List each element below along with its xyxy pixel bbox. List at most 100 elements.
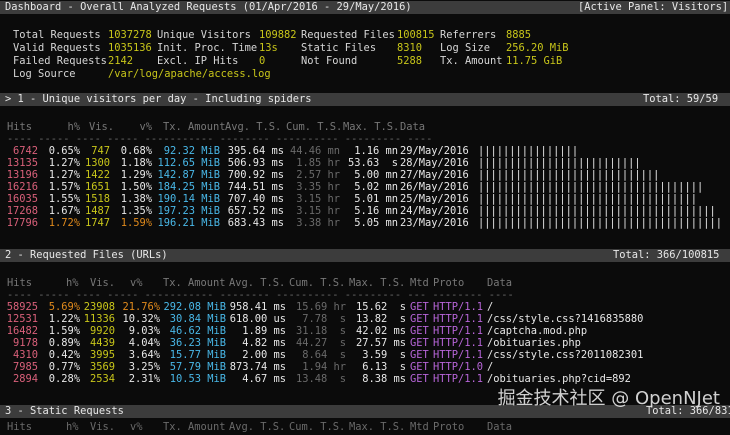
visitors-percent-cell: 2.31% (128, 373, 160, 385)
url-cell: / (487, 361, 494, 373)
avg-ts-cell: 506.93 ms (227, 157, 284, 169)
visitors-cell: 747 (91, 145, 110, 157)
failed-requests-value: 2142 (108, 55, 134, 67)
visitors-percent-cell: 21.76% (122, 301, 160, 313)
hits-percent-cell: 1.57% (48, 181, 80, 193)
visitors-table-row[interactable]: 16216 1.57% 1651 1.50% 184.25 MiB 744.51 ms 3.… (0, 181, 730, 193)
url-cell: /css/style.css?2011082301 (487, 349, 644, 361)
valid-requests-value: 1035136 (108, 42, 152, 54)
max-ts-cell: 5.05 mn (354, 217, 398, 229)
visitors-cell: 3569 (89, 361, 115, 373)
requests-table-row[interactable]: 58925 5.69% 23908 21.76% 292.08 MiB 958.41 ms… (0, 301, 730, 313)
referrers-label: Referrers (440, 29, 497, 41)
cum-ts-cell: 3.15 hr (296, 205, 340, 217)
visitors-cell: 3995 (89, 349, 115, 361)
requested-files-label: Requested Files (301, 29, 395, 41)
protocol-cell: HTTP/1.1 (433, 373, 484, 385)
column-header: Hits (7, 277, 33, 289)
method-cell: GET (410, 337, 429, 349)
visitors-table-row[interactable]: 16035 1.55% 1518 1.38% 190.14 MiB 707.40 ms 3.… (0, 193, 730, 205)
avg-ts-cell: 2.00 ms (242, 349, 286, 361)
avg-ts-cell: 744.51 ms (227, 181, 284, 193)
log-source-label: Log Source (13, 68, 76, 80)
overview-row-2: Valid Requests 1035136 Init. Proc. Time … (0, 42, 730, 54)
visitors-percent-cell: 1.35% (120, 205, 152, 217)
max-ts-cell: 5.02 mn (354, 181, 398, 193)
requests-table-row[interactable]: 16482 1.59% 9920 9.03% 46.62 MiB 1.89 ms 31.18… (0, 325, 730, 337)
date-cell: 28/May/2016 (400, 157, 469, 169)
tx-amount-cell: 112.65 MiB (157, 157, 220, 169)
visitors-cell: 11336 (83, 313, 115, 325)
hits-cell: 13135 (6, 157, 38, 169)
protocol-cell: HTTP/1.1 (433, 313, 484, 325)
static-files-value: 8310 (397, 42, 423, 54)
cum-ts-cell: 13.48 s (295, 373, 346, 385)
method-cell: GET (410, 361, 429, 373)
column-header: Tx. Amount (163, 121, 226, 133)
panel-visitors-title: > 1 - Unique visitors per day - Includin… (5, 93, 312, 105)
hits-cell: 16482 (6, 325, 38, 337)
hits-cell: 7985 (12, 361, 38, 373)
not-found-label: Not Found (301, 55, 358, 67)
panel-requests-header[interactable]: 2 - Requested Files (URLs) Total: 366/10… (0, 249, 730, 262)
requests-table-row[interactable]: 4310 0.42% 3995 3.64% 15.77 MiB 2.00 ms 8.64 s… (0, 349, 730, 361)
visitors-cell: 1747 (84, 217, 110, 229)
column-header: v% (130, 421, 143, 433)
protocol-cell: HTTP/1.1 (433, 349, 484, 361)
hits-bar: |||||||||||||||| (478, 145, 579, 157)
cum-ts-cell: 3.35 hr (296, 181, 340, 193)
date-cell: 26/May/2016 (400, 181, 469, 193)
panel-requests-total: Total: 366/100815 (613, 249, 720, 261)
protocol-cell: HTTP/1.0 (433, 361, 484, 373)
date-cell: 29/May/2016 (400, 145, 469, 157)
hits-bar: ||||||||||||||||||||||||||||| (478, 169, 660, 181)
panel-visitors-header[interactable]: > 1 - Unique visitors per day - Includin… (0, 93, 730, 106)
tx-amount-cell: 15.77 MiB (169, 349, 226, 361)
hits-cell: 17796 (6, 217, 38, 229)
avg-ts-cell: 1.89 ms (242, 325, 286, 337)
tx-amount-cell: 57.79 MiB (169, 361, 226, 373)
column-header: Avg. T.S. (225, 121, 282, 133)
date-cell: 23/May/2016 (400, 217, 469, 229)
column-header: Avg. T.S. (229, 277, 286, 289)
visitors-table-row[interactable]: 17268 1.67% 1487 1.35% 197.23 MiB 657.52 ms 3.… (0, 205, 730, 217)
visitors-percent-cell: 1.50% (120, 181, 152, 193)
log-source-value: /var/log/apache/access.log (108, 68, 271, 80)
max-ts-cell: 27.57 ms (355, 337, 406, 349)
visitors-table-row[interactable]: 17796 1.72% 1747 1.59% 196.21 MiB 683.43 ms 3.… (0, 217, 730, 229)
hits-cell: 17268 (6, 205, 38, 217)
date-cell: 25/May/2016 (400, 193, 469, 205)
column-header: Cum. T.S. (289, 421, 346, 433)
hits-cell: 12531 (6, 313, 38, 325)
panel-requests-columns: Hits h% Vis. v% Tx. Amount Avg. T.S. Cum. T.S.… (0, 277, 730, 289)
cum-ts-cell: 8.64 s (302, 349, 346, 361)
requested-files-value: 100815 (397, 29, 435, 41)
cum-ts-cell: 1.85 hr (296, 157, 340, 169)
requests-table-row[interactable]: 2894 0.28% 2534 2.31% 10.53 MiB 4.67 ms 13.48 … (0, 373, 730, 385)
column-header: Vis. (89, 121, 115, 133)
requests-table-row[interactable]: 7985 0.77% 3569 3.25% 57.79 MiB 873.74 ms 1.94… (0, 361, 730, 373)
max-ts-cell: 3.59 s (362, 349, 406, 361)
visitors-table-row[interactable]: 13196 1.27% 1422 1.29% 142.87 MiB 700.92 ms 2.… (0, 169, 730, 181)
visitors-table-row[interactable]: 13135 1.27% 1300 1.18% 112.65 MiB 506.93 ms 1.… (0, 157, 730, 169)
requests-table-row[interactable]: 9178 0.89% 4439 4.04% 36.23 MiB 4.82 ms 44.27 … (0, 337, 730, 349)
column-header: Data (487, 421, 513, 433)
requests-table-row[interactable]: 12531 1.22% 11336 10.32% 30.84 MiB 618.00 us 7… (0, 313, 730, 325)
column-header: h% (66, 421, 79, 433)
avg-ts-cell: 707.40 ms (227, 193, 284, 205)
visitors-table-row[interactable]: 6742 0.65% 747 0.68% 92.32 MiB 395.64 ms 44.46… (0, 145, 730, 157)
max-ts-cell: 1.16 mn (354, 145, 398, 157)
hits-bar: ||||||||||||||||||||||||||||||||||||||| (478, 217, 722, 229)
method-cell: GET (410, 325, 429, 337)
visitors-percent-cell: 1.29% (120, 169, 152, 181)
tx-amount-value: 11.75 GiB (506, 55, 563, 67)
hits-cell: 13196 (6, 169, 38, 181)
tx-amount-cell: 142.87 MiB (157, 169, 220, 181)
column-header: Proto (433, 421, 465, 433)
visitors-cell: 1487 (84, 205, 110, 217)
cum-ts-cell: 2.57 hr (296, 169, 340, 181)
method-cell: GET (410, 301, 429, 313)
visitors-cell: 9920 (89, 325, 115, 337)
avg-ts-cell: 700.92 ms (227, 169, 284, 181)
max-ts-cell: 5.16 mn (354, 205, 398, 217)
